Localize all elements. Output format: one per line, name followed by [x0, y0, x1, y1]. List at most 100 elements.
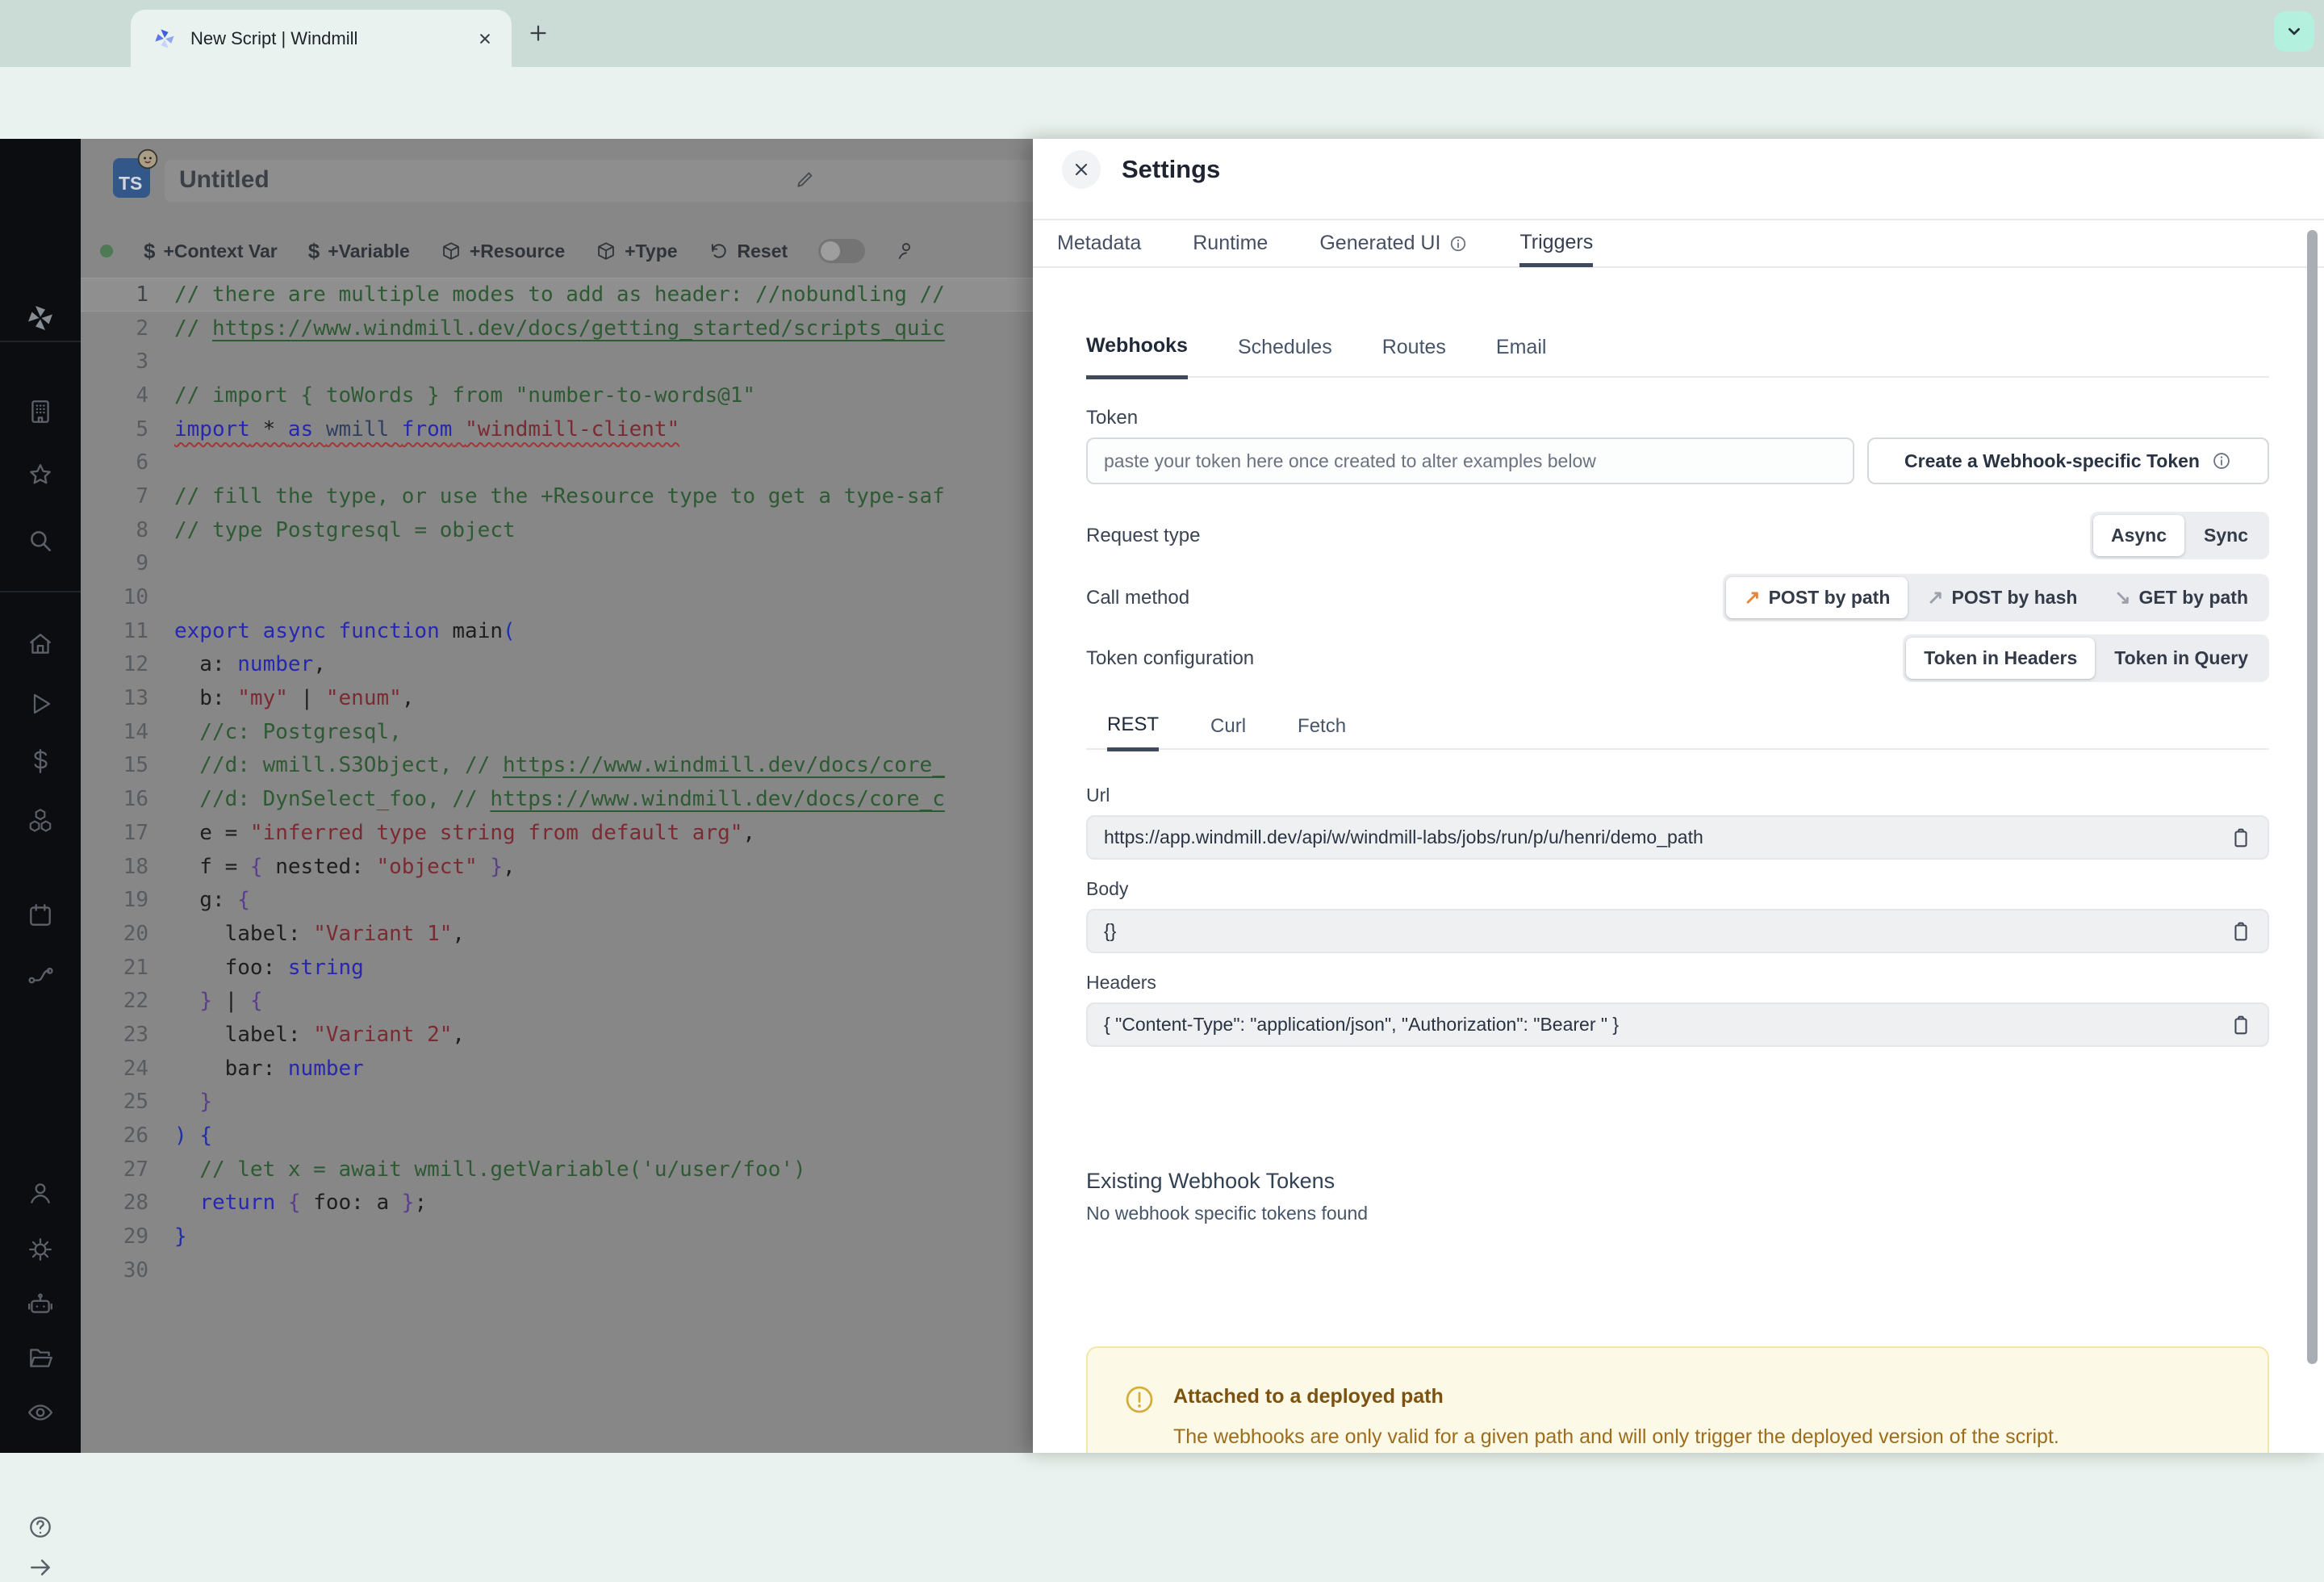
tab-generated-ui[interactable]: Generated UI	[1319, 220, 1468, 266]
token-configuration-row: Token configuration Token in Headers Tok…	[1086, 634, 2269, 682]
settings-header: Settings	[1062, 150, 1220, 189]
browser-toolbar: app.windmill.dev/scripts/add#JTdCJTIyaGF…	[0, 67, 2324, 193]
reset-icon	[708, 241, 729, 262]
routes-flow-icon[interactable]	[26, 959, 55, 988]
token-in-headers[interactable]: Token in Headers	[1906, 638, 2096, 679]
settings-title: Settings	[1122, 155, 1221, 183]
add-context-var-button[interactable]: $ +Context Var	[144, 239, 278, 264]
tab-routes[interactable]: Routes	[1382, 318, 1446, 376]
tab-webhooks[interactable]: Webhooks	[1086, 317, 1188, 379]
script-editor-panel: TS Untitled $ +Context Var $ +Variable +…	[81, 139, 1033, 1453]
new-tab-icon[interactable]	[526, 21, 550, 45]
call-method-row: Call method ↗ POST by path ↗ POST by has…	[1086, 574, 2269, 622]
add-resource-button[interactable]: +Resource	[441, 241, 565, 262]
search-icon[interactable]	[26, 526, 55, 555]
diff-toggle[interactable]	[818, 239, 866, 263]
copy-icon[interactable]	[2229, 826, 2253, 850]
close-icon[interactable]	[1062, 150, 1101, 189]
tab-schedules[interactable]: Schedules	[1238, 318, 1332, 376]
browser-tab-strip: New Script | Windmill	[0, 0, 2324, 67]
copy-icon[interactable]	[2229, 919, 2253, 944]
workspace-building-icon[interactable]	[26, 397, 55, 426]
token-configuration-toggle: Token in Headers Token in Query	[1903, 634, 2269, 682]
tab-email[interactable]: Email	[1496, 318, 1547, 376]
arrow-up-right-icon: ↗	[1744, 586, 1761, 609]
status-dot	[100, 245, 113, 257]
call-method-post-by-hash[interactable]: ↗ POST by hash	[1909, 577, 2095, 618]
request-type-toggle: Async Sync	[2089, 512, 2269, 559]
call-method-post-by-path[interactable]: ↗ POST by path	[1726, 577, 1908, 618]
runs-play-icon[interactable]	[26, 689, 55, 718]
request-type-async[interactable]: Async	[2092, 515, 2185, 556]
url-label: Url	[1086, 785, 1110, 806]
example-tab-bar: REST Curl Fetch	[1086, 703, 2269, 751]
headers-field[interactable]: { "Content-Type": "application/json", "A…	[1086, 1002, 2269, 1047]
arrow-down-right-icon: ↘	[2114, 586, 2131, 609]
assistant-person-icon	[896, 241, 917, 262]
warning-text: The webhooks are only valid for a given …	[1173, 1425, 2059, 1448]
info-icon	[2211, 450, 2232, 471]
add-type-button[interactable]: +Type	[596, 241, 678, 262]
copy-icon[interactable]	[2229, 1013, 2253, 1037]
reset-button[interactable]: Reset	[708, 241, 788, 262]
script-emoji-icon	[137, 149, 158, 170]
warning-title: Attached to a deployed path	[1173, 1385, 1444, 1408]
deployed-path-warning: Attached to a deployed path The webhooks…	[1086, 1346, 2269, 1453]
package-icon	[596, 241, 617, 262]
tab-title: New Script | Windmill	[190, 27, 358, 48]
tab-curl[interactable]: Curl	[1210, 704, 1246, 748]
call-method-get-by-path[interactable]: ↘ GET by path	[2096, 577, 2266, 618]
workers-robot-icon[interactable]	[26, 1290, 55, 1319]
settings-tab-bar: Metadata Runtime Generated UI Triggers	[1033, 219, 2324, 268]
info-icon	[1448, 234, 1468, 253]
users-person-icon[interactable]	[26, 1178, 55, 1207]
add-variable-button[interactable]: $ +Variable	[308, 239, 410, 264]
script-title[interactable]: Untitled	[179, 166, 270, 194]
tab-triggers[interactable]: Triggers	[1519, 221, 1594, 267]
package-icon	[441, 241, 462, 262]
token-label: Token	[1086, 407, 1139, 429]
settings-gear-icon[interactable]	[26, 1235, 55, 1264]
request-type-sync[interactable]: Sync	[2186, 515, 2266, 556]
body-field[interactable]: {}	[1086, 909, 2269, 953]
url-field[interactable]: https://app.windmill.dev/api/w/windmill-…	[1086, 815, 2269, 860]
windmill-favicon	[153, 27, 176, 50]
windmill-logo[interactable]	[26, 303, 55, 333]
browser-tab[interactable]: New Script | Windmill	[131, 10, 512, 67]
existing-tokens-title: Existing Webhook Tokens	[1086, 1169, 1335, 1193]
schedules-calendar-icon[interactable]	[26, 901, 55, 930]
expand-arrow-icon[interactable]	[26, 1553, 55, 1582]
request-type-row: Request type Async Sync	[1086, 512, 2269, 559]
favorites-star-icon[interactable]	[26, 461, 55, 490]
token-configuration-label: Token configuration	[1086, 647, 1255, 669]
tab-runtime[interactable]: Runtime	[1193, 220, 1268, 266]
drawer-scrollbar[interactable]	[2307, 230, 2318, 1364]
url-value: https://app.windmill.dev/api/w/windmill-…	[1104, 827, 1703, 848]
variables-dollar-icon[interactable]	[26, 747, 55, 776]
tab-metadata[interactable]: Metadata	[1057, 220, 1141, 266]
arrow-up-right-icon: ↗	[1927, 586, 1944, 609]
edit-pencil-icon[interactable]	[794, 168, 817, 190]
token-in-query[interactable]: Token in Query	[2096, 638, 2266, 679]
code-editor[interactable]: 1// there are multiple modes to add as h…	[81, 278, 1033, 1287]
dollar-icon: $	[307, 238, 320, 263]
script-title-field[interactable]	[165, 160, 1033, 202]
create-webhook-token-button[interactable]: Create a Webhook-specific Token	[1867, 437, 2269, 484]
existing-tokens-empty: No webhook specific tokens found	[1086, 1203, 1369, 1224]
sidebar-divider	[0, 341, 81, 342]
call-method-label: Call method	[1086, 586, 1190, 609]
folders-icon[interactable]	[26, 1343, 55, 1372]
tab-fetch[interactable]: Fetch	[1298, 704, 1346, 748]
help-icon[interactable]	[26, 1513, 55, 1542]
window-chevron-icon[interactable]	[2274, 11, 2314, 52]
token-input[interactable]: paste your token here once created to al…	[1086, 437, 1854, 484]
audit-eye-icon[interactable]	[26, 1398, 55, 1427]
trigger-tab-bar: Webhooks Schedules Routes Email	[1086, 317, 2269, 379]
tab-rest[interactable]: REST	[1107, 703, 1160, 751]
resources-cubes-icon[interactable]	[26, 806, 55, 835]
tab-close-icon[interactable]	[474, 28, 495, 49]
headers-value: { "Content-Type": "application/json", "A…	[1104, 1014, 1620, 1035]
app-sidebar	[0, 139, 81, 1576]
sidebar-divider	[0, 591, 81, 592]
home-icon[interactable]	[26, 630, 55, 659]
